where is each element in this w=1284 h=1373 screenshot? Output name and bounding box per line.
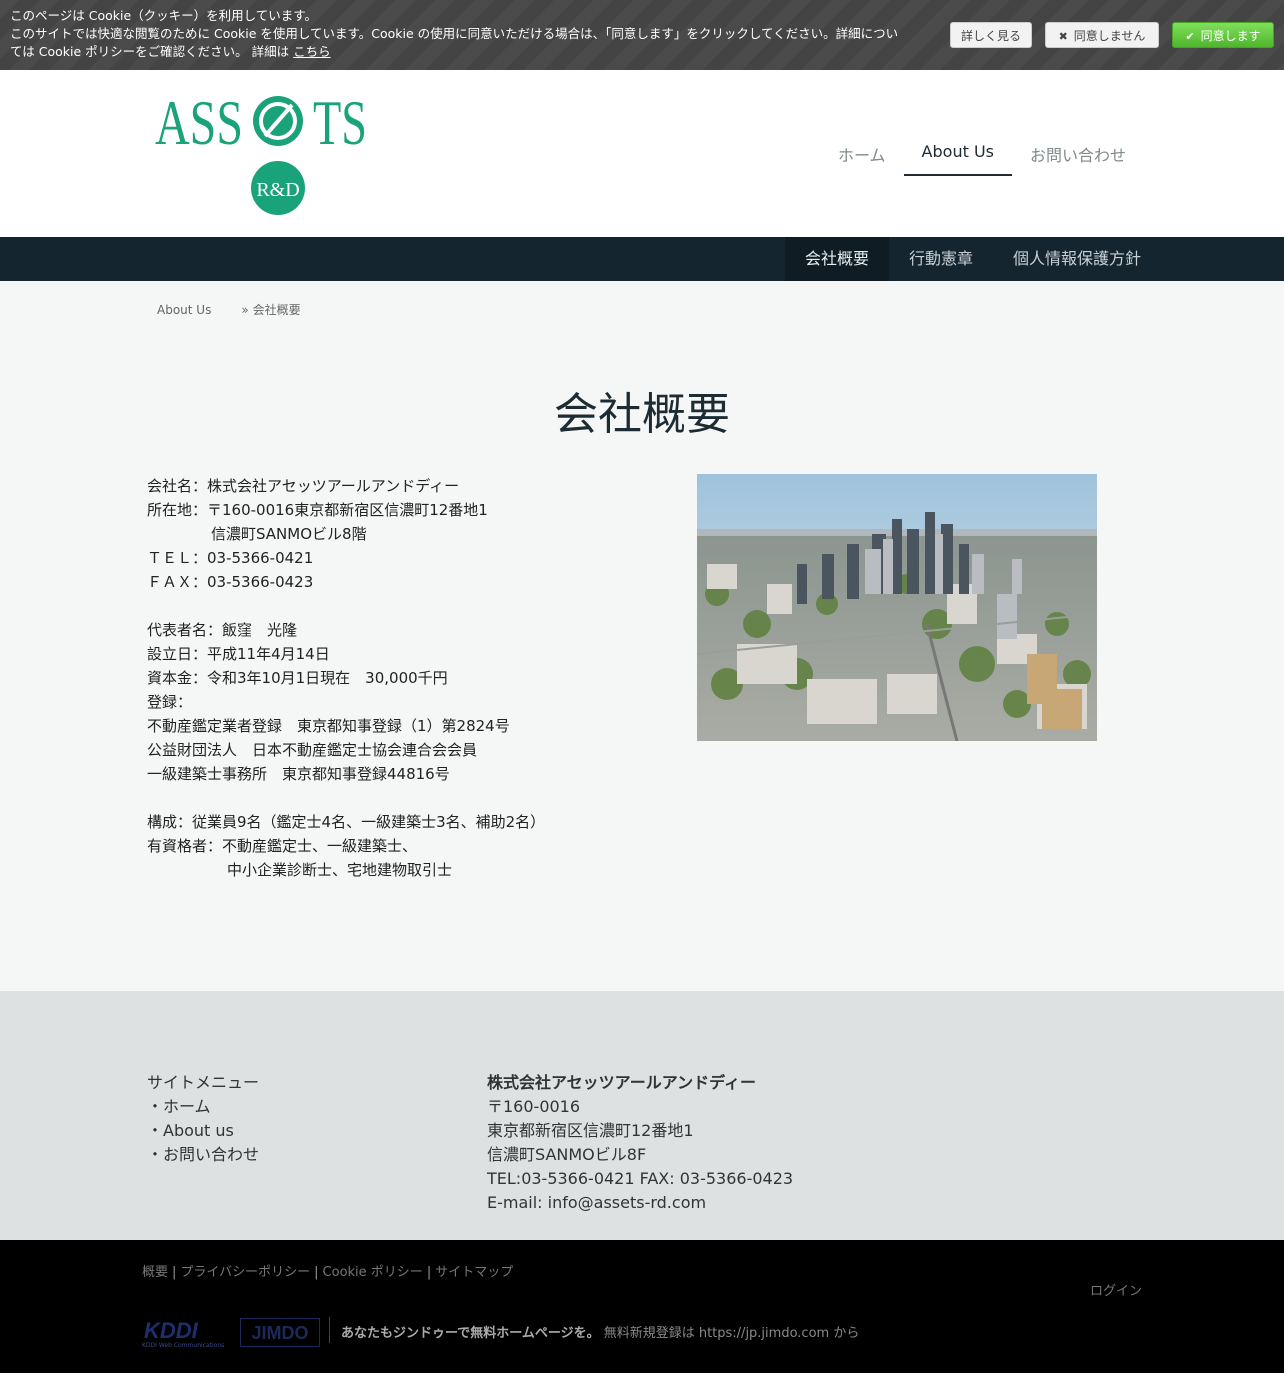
nav-item-home[interactable]: ホーム: [820, 132, 904, 176]
logo-text-right: TS: [313, 92, 367, 158]
info-line: 登録：: [147, 693, 193, 711]
jimdo-text: JIMDO: [251, 1323, 308, 1343]
breadcrumb-current: 会社概要: [252, 303, 301, 317]
bottom-link-cookie[interactable]: Cookie ポリシー: [323, 1265, 423, 1280]
info-line: 資本金：令和3年10月1日現在 30,000千円: [147, 669, 448, 687]
company-info: 会社名：株式会社アセッツアールアンドディー 所在地：〒160-0016東京都新宿…: [147, 474, 667, 882]
footer-postal: 〒160-0016: [487, 1097, 581, 1116]
cookie-text: このページは Cookie（クッキー）を利用しています。 このサイトでは快適な閲…: [10, 7, 935, 61]
info-line: 会社名：株式会社アセッツアールアンドディー: [147, 477, 460, 495]
main-nav: ホーム About Us お問い合わせ: [820, 132, 1144, 176]
footer-menu-item-about[interactable]: ・About us: [147, 1119, 259, 1143]
city-photo: [697, 474, 1097, 741]
check-icon: ✔: [1185, 30, 1195, 43]
cookie-line1: このページは Cookie（クッキー）を利用しています。: [10, 8, 318, 23]
info-line: 代表者名：飯窪 光隆: [147, 621, 298, 639]
page-title: 会社概要: [554, 389, 730, 440]
promo-bold: あなたもジンドゥーで無料ホームページを。: [341, 1326, 600, 1341]
info-line: 中小企業診断士、宅地建物取引士: [227, 861, 453, 879]
info-line: 所在地：〒160-0016東京都新宿区信濃町12番地1: [147, 501, 488, 519]
cookie-decline-button[interactable]: ✖ 同意しません: [1045, 22, 1159, 48]
promo-rest: 無料新規登録は https://jp.jimdo.com から: [599, 1326, 860, 1341]
footer-menu: サイトメニュー ・ホーム ・About us ・お問い合わせ: [147, 1071, 259, 1167]
info-line: 信濃町SANMOビル8階: [211, 525, 367, 543]
subnav-item-company[interactable]: 会社概要: [784, 237, 889, 281]
info-line: 公益財団法人 日本不動産鑑定士協会連合会会員: [147, 741, 478, 759]
nav-item-contact[interactable]: お問い合わせ: [1012, 132, 1144, 176]
footer-menu-item-home[interactable]: ・ホーム: [147, 1095, 259, 1119]
cookie-more-label: 詳しく見る: [960, 29, 1021, 43]
info-line: 有資格者：不動産鑑定士、一級建築士、: [147, 837, 418, 855]
cookie-line2b: ては Cookie ポリシーをご確認ください。 詳細は: [10, 44, 294, 59]
bottom-bar: 概要 | プライバシーポリシー | Cookie ポリシー | サイトマップ ログイン KD…: [0, 1240, 1284, 1373]
site-header: ASS TS R&D ホーム About Us お問い合わせ: [0, 70, 1284, 237]
jimdo-promo[interactable]: あなたもジンドゥーで無料ホームページを。 無料新規登録は https://jp.…: [341, 1322, 859, 1341]
cookie-decline-label: 同意しません: [1073, 29, 1146, 43]
sub-nav: 会社概要 行動憲章 個人情報保護方針: [0, 237, 1284, 281]
site-footer: サイトメニュー ・ホーム ・About us ・お問い合わせ 株式会社アセッツア…: [0, 991, 1284, 1240]
bottom-link-overview[interactable]: 概要: [142, 1265, 168, 1280]
separator: |: [314, 1265, 319, 1280]
nav-label: ホーム: [838, 146, 886, 165]
kddi-subtext: KDDI Web Communications: [142, 1342, 224, 1349]
kddi-text: KDDI: [144, 1318, 199, 1343]
nav-label: About Us: [921, 142, 994, 161]
bottom-links: 概要 | プライバシーポリシー | Cookie ポリシー | サイトマップ: [142, 1261, 513, 1280]
kddi-logo[interactable]: KDDI KDDI Web Communications: [142, 1318, 228, 1354]
footer-company: 株式会社アセッツアールアンドディー 〒160-0016 東京都新宿区信濃町12番…: [487, 1071, 793, 1215]
logo-text-left: ASS: [155, 92, 243, 158]
bottom-link-privacy[interactable]: プライバシーポリシー: [180, 1265, 310, 1280]
info-line: 不動産鑑定業者登録 東京都知事登録（1）第2824号: [147, 717, 510, 735]
footer-email: E-mail: info@assets-rd.com: [487, 1193, 707, 1212]
site-logo[interactable]: ASS TS R&D: [155, 87, 370, 222]
cookie-accept-label: 同意します: [1200, 29, 1261, 43]
footer-address2: 信濃町SANMOビル8F: [487, 1145, 647, 1164]
info-line: ＦＡＸ：03-5366-0423: [147, 573, 314, 591]
footer-tel-fax: TEL:03-5366-0421 FAX: 03-5366-0423: [487, 1169, 794, 1188]
info-line: ＴＥＬ：03-5366-0421: [147, 549, 314, 567]
info-line: 構成：従業員9名（鑑定士4名、一級建築士3名、補助2名）: [147, 813, 546, 831]
logo-badge: R&D: [256, 179, 299, 201]
separator: |: [172, 1265, 177, 1280]
nav-label: お問い合わせ: [1029, 146, 1126, 165]
close-icon: ✖: [1058, 30, 1068, 43]
footer-menu-item-contact[interactable]: ・お問い合わせ: [147, 1143, 259, 1167]
login-link[interactable]: ログイン: [1090, 1280, 1142, 1299]
separator: |: [426, 1265, 432, 1280]
breadcrumb-separator: »: [241, 303, 249, 317]
subnav-item-charter[interactable]: 行動憲章: [889, 237, 993, 281]
footer-address1: 東京都新宿区信濃町12番地1: [487, 1121, 694, 1140]
info-line: 設立日：平成11年4月14日: [147, 645, 330, 663]
cookie-line2a: このサイトでは快適な閲覧のために Cookie を使用しています。Cookie …: [10, 26, 899, 41]
cookie-accept-button[interactable]: ✔ 同意します: [1172, 22, 1274, 48]
bottom-link-sitemap[interactable]: サイトマップ: [435, 1265, 513, 1280]
breadcrumb-parent[interactable]: About Us: [157, 303, 211, 317]
nav-item-about[interactable]: About Us: [903, 132, 1012, 176]
jimdo-logo[interactable]: JIMDO: [240, 1318, 320, 1352]
cookie-more-button[interactable]: 詳しく見る: [950, 22, 1032, 48]
footer-menu-title: サイトメニュー: [147, 1073, 260, 1092]
info-line: 一級建築士事務所 東京都知事登録44816号: [147, 765, 450, 783]
footer-company-name: 株式会社アセッツアールアンドディー: [487, 1073, 756, 1092]
cookie-banner: このページは Cookie（クッキー）を利用しています。 このサイトでは快適な閲…: [0, 0, 1284, 70]
subnav-item-privacy[interactable]: 個人情報保護方針: [993, 237, 1161, 281]
breadcrumb: About Us » 会社概要: [157, 301, 301, 318]
cookie-details-link[interactable]: こちら: [293, 44, 331, 59]
